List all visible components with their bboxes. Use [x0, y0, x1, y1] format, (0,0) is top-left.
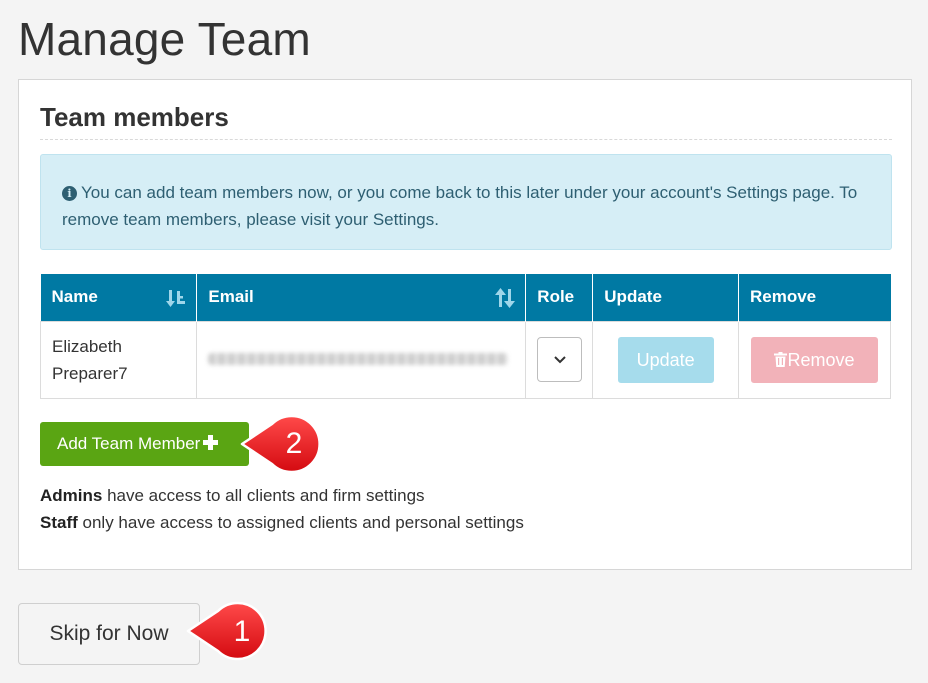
legend-admins-term: Admins	[40, 486, 103, 505]
team-members-panel: Team members i You can add team members n…	[18, 79, 912, 570]
callout-number-1: 1	[234, 615, 251, 648]
team-members-table: Name Email Role Update Remove Elizabeth …	[39, 274, 892, 399]
column-header-role: Role	[525, 274, 594, 321]
member-update-cell: Update	[592, 320, 739, 399]
member-remove-cell: Remove	[737, 320, 892, 399]
sort-alpha-icon[interactable]	[166, 288, 186, 308]
plus-icon	[203, 435, 219, 450]
trash-icon	[774, 351, 788, 367]
legend-staff-term: Staff	[40, 513, 78, 532]
member-first-name: Elizabeth	[52, 336, 122, 356]
column-header-update: Update	[592, 274, 739, 321]
table-header-row: Name Email Role Update Remove	[40, 274, 891, 321]
callout-badge-2: 2	[240, 414, 321, 474]
section-title: Team members	[40, 102, 229, 132]
callout-number-2: 2	[286, 427, 303, 460]
member-email-redacted	[208, 353, 509, 365]
legend-admins: Admins have access to all clients and fi…	[40, 482, 524, 509]
info-alert: i You can add team members now, or you co…	[40, 154, 892, 250]
add-team-member-label: Add Team Member	[57, 434, 201, 453]
member-role-cell	[525, 320, 594, 399]
column-header-remove: Remove	[738, 274, 891, 321]
legend-staff-desc: only have access to assigned clients and…	[77, 513, 524, 532]
table-row: Elizabeth Preparer7 Update Remove	[39, 320, 892, 399]
info-circle-icon: i	[62, 186, 77, 201]
callout-badge-1: 1	[186, 601, 267, 661]
legend-admins-desc: have access to all clients and firm sett…	[102, 486, 425, 505]
add-team-member-button[interactable]: Add Team Member	[40, 422, 249, 466]
legend-staff: Staff only have access to assigned clien…	[40, 509, 524, 536]
member-email-cell	[196, 320, 527, 399]
remove-button-label: Remove	[787, 349, 855, 370]
member-name-cell: Elizabeth Preparer7	[39, 320, 198, 399]
chevron-down-icon	[554, 356, 566, 364]
column-header-name-label: Name	[51, 287, 98, 307]
skip-for-now-button[interactable]: Skip for Now	[18, 603, 200, 665]
column-header-email-label: Email	[208, 287, 254, 307]
role-legend: Admins have access to all clients and fi…	[40, 482, 524, 536]
sort-icon[interactable]	[495, 288, 516, 308]
member-last-name: Preparer7	[52, 363, 128, 383]
update-button[interactable]: Update	[617, 336, 714, 383]
column-header-email[interactable]: Email	[196, 274, 527, 321]
remove-button[interactable]: Remove	[750, 336, 878, 383]
column-header-name[interactable]: Name	[40, 274, 198, 321]
section-divider	[40, 139, 892, 140]
page-title: Manage Team	[18, 13, 311, 65]
role-select[interactable]	[536, 337, 582, 382]
info-text: You can add team members now, or you com…	[62, 183, 858, 229]
